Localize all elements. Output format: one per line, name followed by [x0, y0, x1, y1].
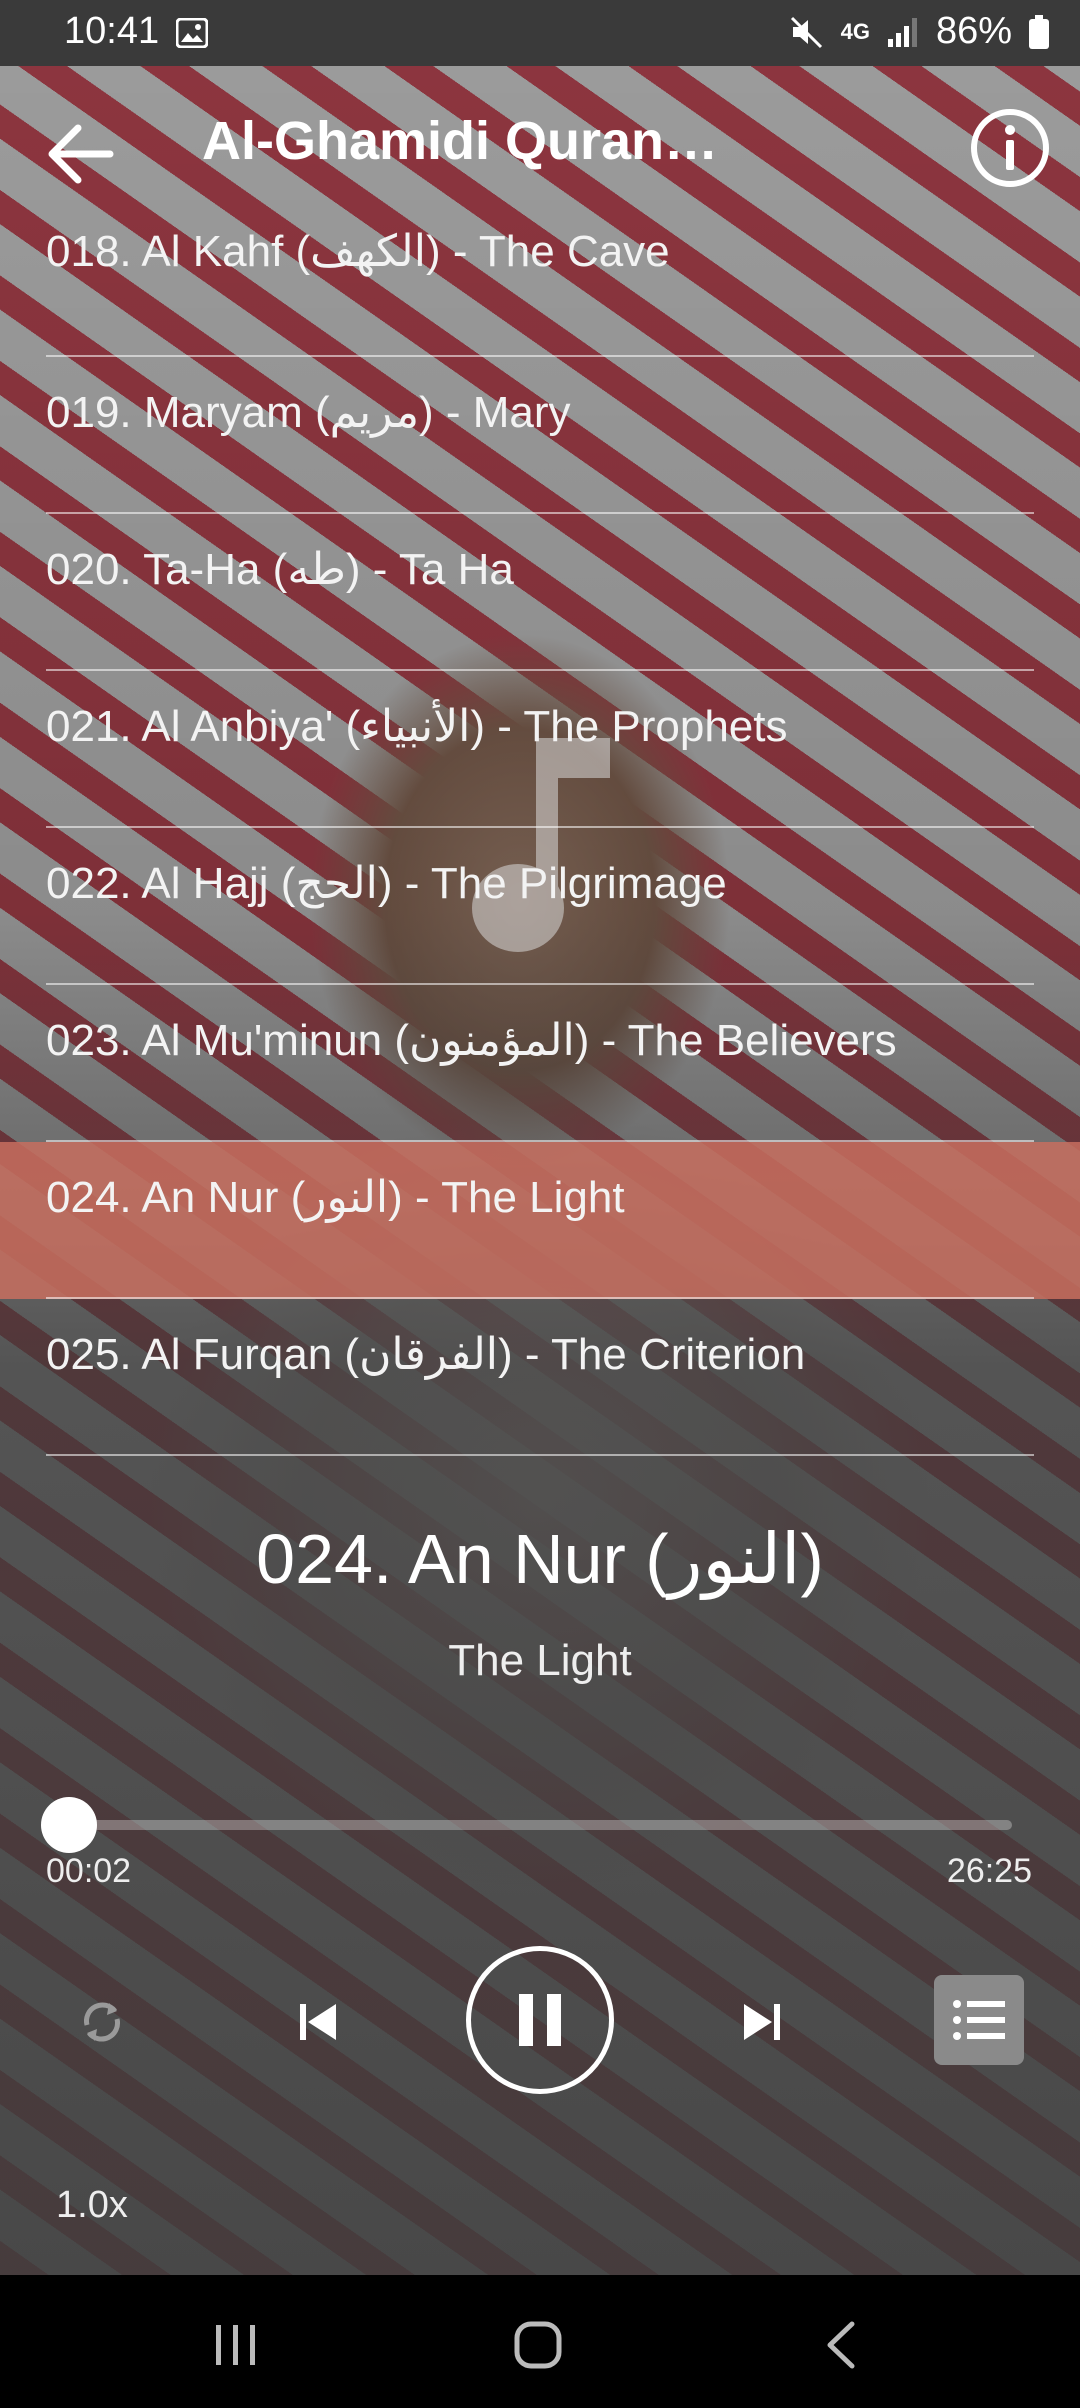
recents-icon — [216, 2325, 255, 2365]
list-item-active[interactable]: 024. An Nur (النور) - The Light — [0, 1142, 1080, 1299]
pause-button[interactable] — [466, 1946, 614, 2094]
recents-button[interactable] — [186, 2305, 286, 2385]
list-item[interactable]: 022. Al Hajj (الحج) - The Pilgrimage — [0, 828, 1080, 985]
app-bar: Al-Ghamidi Quran ... — [0, 66, 1080, 226]
seek-bar[interactable] — [40, 1797, 1012, 1853]
home-icon — [514, 2321, 562, 2369]
skip-next-icon — [744, 2004, 780, 2040]
status-bar: 10:41 4G 86% — [0, 0, 1080, 66]
network-type: 4G — [840, 18, 870, 44]
playback-speed[interactable]: 1.0x — [56, 2184, 128, 2227]
track-label: 022. Al Hajj (الحج) - The Pilgrimage — [46, 859, 727, 908]
image-notification-icon — [176, 18, 208, 48]
list-item[interactable]: 023. Al Mu'minun (المؤمنون) - The Believ… — [0, 985, 1080, 1142]
list-item[interactable]: 025. Al Furqan (الفرقان) - The Criterion — [0, 1299, 1080, 1456]
back-arrow-icon[interactable] — [40, 114, 120, 194]
list-item[interactable]: 019. Maryam (مريم) - Mary — [0, 357, 1080, 514]
track-label: 018. Al Kahf (الكهف) - The Cave — [46, 227, 670, 276]
signal-icon — [887, 17, 917, 47]
home-button[interactable] — [488, 2305, 588, 2385]
info-icon[interactable] — [968, 106, 1052, 190]
chevron-left-icon — [827, 2321, 855, 2369]
mute-icon — [790, 16, 822, 48]
track-label: 023. Al Mu'minun (المؤمنون) - The Believ… — [46, 1016, 897, 1065]
list-item[interactable]: 020. Ta-Ha (طه) - Ta Ha — [0, 514, 1080, 671]
list-item[interactable]: 021. Al Anbiya' (الأنبياء) - The Prophet… — [0, 671, 1080, 828]
list-icon — [953, 2000, 1005, 2040]
battery-icon — [1029, 14, 1049, 49]
previous-button[interactable] — [278, 1982, 358, 2062]
track-list: 018. Al Kahf (الكهف) - The Cave 019. Mar… — [0, 200, 1080, 1456]
page-title: Al-Ghamidi Quran ... — [202, 111, 722, 171]
total-time: 26:25 — [946, 1852, 1032, 1890]
system-nav-bar — [0, 2275, 1080, 2408]
battery-percent: 86% — [935, 10, 1012, 52]
playlist-button[interactable] — [934, 1975, 1024, 2065]
track-label: 024. An Nur (النور) - The Light — [46, 1173, 625, 1222]
skip-previous-icon — [300, 2004, 336, 2040]
elapsed-time: 00:02 — [46, 1852, 132, 1890]
system-back-button[interactable] — [790, 2305, 890, 2385]
track-label: 020. Ta-Ha (طه) - Ta Ha — [46, 545, 514, 594]
pause-icon — [519, 1994, 561, 2046]
next-button[interactable] — [722, 1982, 802, 2062]
repeat-button[interactable] — [62, 1982, 142, 2062]
repeat-icon — [84, 2002, 120, 2042]
now-playing-subtitle: The Light — [448, 1636, 632, 1685]
status-time: 10:41 — [64, 10, 160, 52]
track-label: 021. Al Anbiya' (الأنبياء) - The Prophet… — [46, 702, 788, 751]
track-label: 025. Al Furqan (الفرقان) - The Criterion — [46, 1330, 806, 1379]
now-playing-title: 024. An Nur (النور) — [256, 1520, 824, 1598]
track-label: 019. Maryam (مريم) - Mary — [46, 388, 571, 437]
seek-thumb[interactable] — [40, 1797, 97, 1853]
divider — [46, 1454, 1034, 1456]
